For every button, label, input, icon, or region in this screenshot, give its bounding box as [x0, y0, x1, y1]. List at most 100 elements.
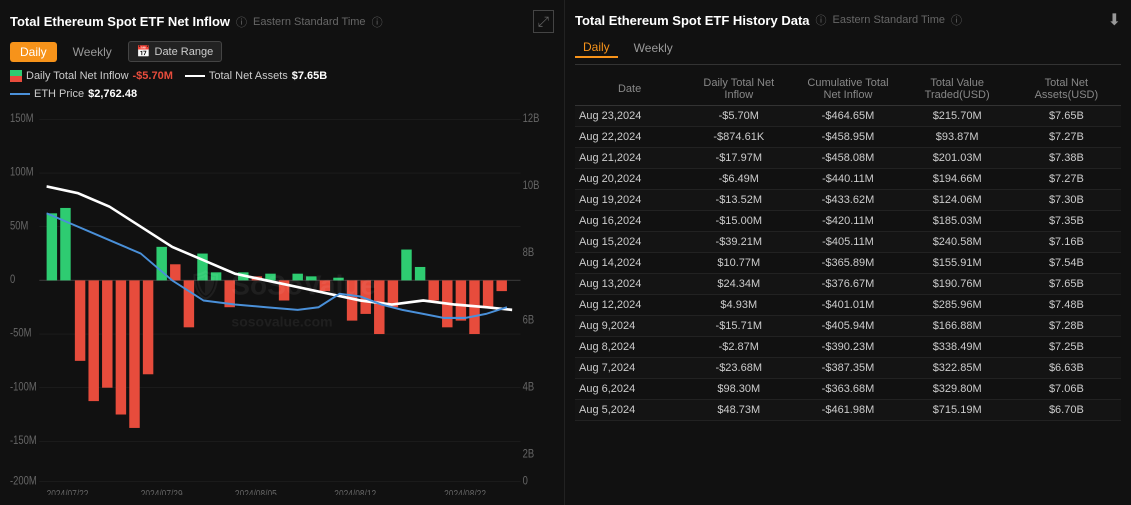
cell-assets: $7.30B	[1012, 190, 1121, 211]
col-cumulative: Cumulative Total Net Inflow	[793, 73, 902, 106]
chart-area: 🛡 SoSoValuesosovalue.com 150M 100M 50M 0…	[10, 106, 554, 495]
left-tab-row: Daily Weekly 📅 Date Range	[10, 41, 554, 62]
left-tab-weekly[interactable]: Weekly	[63, 42, 122, 62]
cell-inflow: -$6.49M	[684, 169, 793, 190]
cell-assets: $7.27B	[1012, 169, 1121, 190]
svg-text:-50M: -50M	[10, 327, 31, 340]
svg-text:2024/07/29: 2024/07/29	[141, 489, 183, 495]
cell-traded: $124.06M	[903, 190, 1012, 211]
right-info-icon[interactable]: ⓘ	[816, 12, 827, 28]
cell-assets: $6.63B	[1012, 358, 1121, 379]
cell-traded: $185.03M	[903, 211, 1012, 232]
cell-inflow: -$13.52M	[684, 190, 793, 211]
table-row: Aug 13,2024$24.34M-$376.67M$190.76M$7.65…	[575, 274, 1121, 295]
table-row: Aug 12,2024$4.93M-$401.01M$285.96M$7.48B	[575, 295, 1121, 316]
cell-cumulative: -$390.23M	[793, 337, 902, 358]
table-row: Aug 20,2024-$6.49M-$440.11M$194.66M$7.27…	[575, 169, 1121, 190]
svg-text:2024/08/05: 2024/08/05	[235, 489, 277, 495]
table-row: Aug 9,2024-$15.71M-$405.94M$166.88M$7.28…	[575, 316, 1121, 337]
cell-inflow: $48.73M	[684, 400, 793, 421]
legend-inflow: Daily Total Net Inflow -$5.70M	[10, 70, 173, 82]
table-row: Aug 15,2024-$39.21M-$405.11M$240.58M$7.1…	[575, 232, 1121, 253]
left-timezone: Eastern Standard Time	[253, 16, 366, 28]
table-body: Aug 23,2024-$5.70M-$464.65M$215.70M$7.65…	[575, 106, 1121, 495]
cell-date: Aug 5,2024	[575, 400, 684, 421]
cell-date: Aug 23,2024	[575, 106, 684, 127]
table-row: Aug 8,2024-$2.87M-$390.23M$338.49M$7.25B	[575, 337, 1121, 358]
cell-date: Aug 15,2024	[575, 232, 684, 253]
legend-assets-label: Total Net Assets	[209, 70, 288, 82]
svg-text:2024/07/22: 2024/07/22	[47, 489, 89, 495]
legend-row: Daily Total Net Inflow -$5.70M Total Net…	[10, 70, 554, 82]
cell-date: Aug 22,2024	[575, 127, 684, 148]
right-tab-row: Daily Weekly	[575, 38, 1121, 65]
date-range-label: Date Range	[155, 46, 214, 58]
right-tab-daily[interactable]: Daily	[575, 38, 618, 58]
svg-text:100M: 100M	[10, 166, 34, 179]
table-row: Aug 21,2024-$17.97M-$458.08M$201.03M$7.3…	[575, 148, 1121, 169]
svg-text:10B: 10B	[523, 179, 540, 192]
cell-traded: $194.66M	[903, 169, 1012, 190]
cell-assets: $7.25B	[1012, 337, 1121, 358]
cell-traded: $715.19M	[903, 400, 1012, 421]
right-tab-weekly[interactable]: Weekly	[626, 39, 681, 57]
cell-traded: $240.58M	[903, 232, 1012, 253]
cell-assets: $7.65B	[1012, 274, 1121, 295]
cell-cumulative: -$458.08M	[793, 148, 902, 169]
cell-cumulative: -$387.35M	[793, 358, 902, 379]
cell-date: Aug 20,2024	[575, 169, 684, 190]
legend-assets: Total Net Assets $7.65B	[185, 70, 327, 82]
cell-assets: $7.28B	[1012, 316, 1121, 337]
cell-assets: $7.35B	[1012, 211, 1121, 232]
cell-traded: $93.87M	[903, 127, 1012, 148]
cell-assets: $6.70B	[1012, 400, 1121, 421]
cell-cumulative: -$405.94M	[793, 316, 902, 337]
left-title: Total Ethereum Spot ETF Net Inflow	[10, 14, 230, 29]
cell-assets: $7.27B	[1012, 127, 1121, 148]
chart-svg: 150M 100M 50M 0 -50M -100M -150M -200M 1…	[10, 106, 554, 495]
cell-cumulative: -$458.95M	[793, 127, 902, 148]
cell-inflow: $98.30M	[684, 379, 793, 400]
legend-eth-value: $2,762.48	[88, 88, 137, 100]
left-info-icon[interactable]: ⓘ	[236, 14, 247, 30]
table-row: Aug 22,2024-$874.61K-$458.95M$93.87M$7.2…	[575, 127, 1121, 148]
col-assets: Total Net Assets(USD)	[1012, 73, 1121, 106]
cell-traded: $201.03M	[903, 148, 1012, 169]
legend-assets-value: $7.65B	[292, 70, 327, 82]
right-header: Total Ethereum Spot ETF History Data ⓘ E…	[575, 10, 1121, 30]
svg-text:12B: 12B	[523, 112, 540, 125]
svg-text:-150M: -150M	[10, 434, 37, 447]
cell-date: Aug 19,2024	[575, 190, 684, 211]
right-tz-info-icon[interactable]: ⓘ	[951, 12, 962, 28]
cell-traded: $338.49M	[903, 337, 1012, 358]
legend-assets-line	[185, 75, 205, 77]
cell-cumulative: -$440.11M	[793, 169, 902, 190]
cell-cumulative: -$365.89M	[793, 253, 902, 274]
table-header-row: Date Daily Total Net Inflow Cumulative T…	[575, 73, 1121, 106]
cell-assets: $7.65B	[1012, 106, 1121, 127]
cell-inflow: -$15.00M	[684, 211, 793, 232]
cell-cumulative: -$420.11M	[793, 211, 902, 232]
left-tz-info-icon[interactable]: ⓘ	[372, 14, 383, 30]
left-tab-daily[interactable]: Daily	[10, 42, 57, 62]
cell-inflow: -$23.68M	[684, 358, 793, 379]
expand-icon[interactable]: ⤢	[533, 10, 554, 33]
download-icon[interactable]: ⬇	[1108, 10, 1121, 30]
legend-inflow-label: Daily Total Net Inflow	[26, 70, 129, 82]
date-range-button[interactable]: 📅 Date Range	[128, 41, 222, 62]
cell-assets: $7.48B	[1012, 295, 1121, 316]
cell-date: Aug 9,2024	[575, 316, 684, 337]
cell-date: Aug 13,2024	[575, 274, 684, 295]
svg-text:4B: 4B	[523, 380, 535, 393]
cell-assets: $7.38B	[1012, 148, 1121, 169]
legend-eth-row: ETH Price $2,762.48	[10, 88, 554, 100]
cell-assets: $7.16B	[1012, 232, 1121, 253]
legend-inflow-icon	[10, 70, 22, 82]
table-row: Aug 16,2024-$15.00M-$420.11M$185.03M$7.3…	[575, 211, 1121, 232]
cell-date: Aug 12,2024	[575, 295, 684, 316]
cell-date: Aug 7,2024	[575, 358, 684, 379]
cell-traded: $166.88M	[903, 316, 1012, 337]
col-inflow: Daily Total Net Inflow	[684, 73, 793, 106]
svg-text:2024/08/22: 2024/08/22	[444, 489, 486, 495]
table-row: Aug 6,2024$98.30M-$363.68M$329.80M$7.06B	[575, 379, 1121, 400]
